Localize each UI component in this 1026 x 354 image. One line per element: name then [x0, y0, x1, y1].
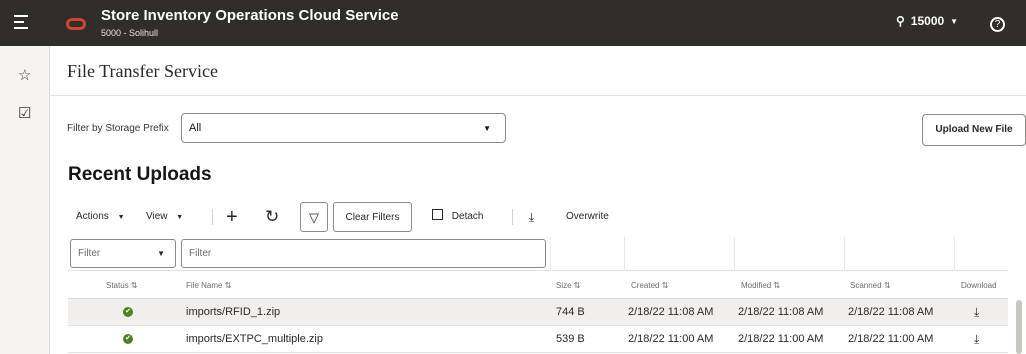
column-divider [624, 237, 625, 271]
chevron-down-icon: ▼ [950, 16, 959, 26]
oracle-logo [66, 18, 86, 30]
add-icon[interactable]: + [226, 202, 238, 232]
detach-button[interactable]: Detach [432, 202, 483, 232]
storage-prefix-value: All [189, 122, 202, 134]
column-header-file-name[interactable]: File Name ⇅ [186, 281, 231, 290]
help-glyph: ? [990, 17, 1005, 32]
column-divider [734, 237, 735, 271]
created-cell: 2/18/22 11:08 AM [628, 306, 714, 318]
column-header-download: Download [961, 281, 997, 290]
hamburger-menu-icon[interactable] [14, 15, 28, 33]
refresh-icon[interactable]: ↻ [265, 202, 279, 232]
column-filter-label: Filter [78, 248, 101, 259]
column-header-label: Status [106, 281, 129, 290]
storage-prefix-select[interactable]: All ▼ [181, 113, 506, 143]
column-header-size[interactable]: Size ⇅ [556, 281, 581, 290]
detach-icon [432, 209, 443, 220]
detach-label: Detach [451, 211, 484, 222]
app-title: Store Inventory Operations Cloud Service [101, 7, 399, 24]
sort-icon: ⇅ [883, 281, 891, 290]
sort-icon: ⇅ [773, 281, 781, 290]
user-id: 15000 [910, 14, 945, 28]
toolbar-divider [512, 209, 513, 225]
column-header-status[interactable]: Status ⇅ [106, 281, 138, 290]
column-header-modified[interactable]: Modified ⇅ [741, 281, 780, 290]
column-header-label: File Name [186, 281, 223, 290]
modified-cell: 2/18/22 11:08 AM [738, 306, 824, 318]
column-header-label: Size [556, 281, 572, 290]
created-cell: 2/18/22 11:00 AM [628, 333, 714, 345]
size-cell: 744 B [556, 306, 585, 318]
chevron-down-icon: ▼ [483, 124, 491, 133]
column-header-label: Created [631, 281, 660, 290]
modified-cell: 2/18/22 11:00 AM [738, 333, 824, 345]
main-content: Filter by Storage Prefix All ▼ Upload Ne… [50, 96, 1026, 354]
filter-funnel-icon[interactable]: ▽ [300, 202, 328, 232]
status-success-icon: ✔ [123, 334, 133, 344]
scanned-cell: 2/18/22 11:08 AM [848, 306, 934, 318]
table-row[interactable]: ✔ imports/EXTPC_multiple.zip 539 B 2/18/… [68, 326, 1008, 353]
table-header: Status ⇅ File Name ⇅ Size ⇅ Created ⇅ Mo… [68, 271, 1008, 299]
download-icon[interactable]: ⤓ [974, 305, 979, 320]
user-menu[interactable]: ⚲ 15000 ▼ [896, 14, 958, 28]
column-header-label: Modified [741, 281, 772, 290]
column-divider [550, 237, 551, 271]
section-title: Recent Uploads [68, 164, 212, 185]
tasks-calendar-icon[interactable]: ☑ [18, 104, 31, 122]
column-header-created[interactable]: Created ⇅ [631, 281, 668, 290]
filter-input[interactable]: Filter [181, 239, 546, 268]
sort-icon: ⇅ [661, 281, 669, 290]
clear-filters-button[interactable]: Clear Filters [333, 202, 412, 232]
page-title: File Transfer Service [67, 61, 218, 81]
chevron-down-icon: ▼ [117, 214, 125, 221]
favorites-star-icon[interactable]: ☆ [18, 66, 31, 84]
column-divider [844, 237, 845, 271]
store-label: 5000 - Solihull [101, 28, 159, 38]
file-name-cell: imports/EXTPC_multiple.zip [186, 333, 323, 345]
sort-icon: ⇅ [130, 281, 138, 290]
column-header-scanned[interactable]: Scanned ⇅ [850, 281, 891, 290]
column-divider [954, 237, 955, 271]
toolbar-divider [212, 209, 213, 225]
app-header: Store Inventory Operations Cloud Service… [0, 0, 1026, 46]
filter-row: Filter ▼ Filter [68, 237, 1008, 271]
actions-menu[interactable]: Actions ▼ [76, 202, 125, 232]
filter-prefix-label: Filter by Storage Prefix [67, 123, 169, 134]
grid-toolbar: Actions ▼ View ▼ + ↻ ▽ Clear Filters Det… [68, 202, 668, 232]
table-row[interactable]: ✔ imports/RFID_1.zip 744 B 2/18/22 11:08… [68, 299, 1008, 326]
left-rail: ☆ ☑ [0, 46, 50, 354]
chevron-down-icon: ▼ [176, 214, 184, 221]
upload-new-file-button[interactable]: Upload New File [922, 114, 1026, 146]
chevron-down-icon: ▼ [157, 249, 165, 258]
sort-icon: ⇅ [224, 281, 232, 290]
sort-icon: ⇅ [573, 281, 581, 290]
scanned-cell: 2/18/22 11:00 AM [848, 333, 934, 345]
size-cell: 539 B [556, 333, 585, 345]
overwrite-button[interactable]: Overwrite [566, 202, 609, 232]
vertical-scrollbar[interactable] [1016, 300, 1022, 354]
column-header-label: Scanned [850, 281, 882, 290]
user-icon: ⚲ [896, 14, 905, 28]
download-icon[interactable]: ⤓ [974, 332, 979, 347]
download-icon[interactable]: ⤓ [529, 202, 534, 232]
page-header: File Transfer Service [50, 46, 1026, 96]
view-label: View [146, 211, 168, 222]
help-icon[interactable]: ? [990, 14, 1005, 32]
column-filter-select[interactable]: Filter ▼ [70, 239, 176, 268]
status-success-icon: ✔ [123, 307, 133, 317]
view-menu[interactable]: View ▼ [146, 202, 183, 232]
actions-label: Actions [76, 211, 109, 222]
file-name-cell: imports/RFID_1.zip [186, 306, 281, 318]
